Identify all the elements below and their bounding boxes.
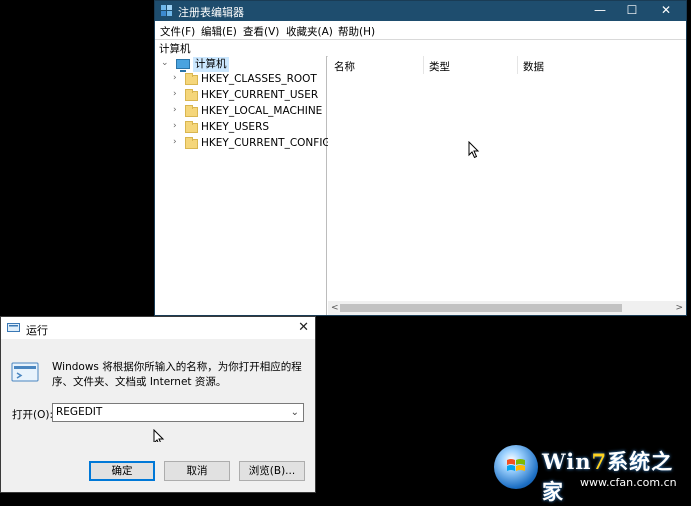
tree-item-hkey-classes-root[interactable]: › HKEY_CLASSES_ROOT [173, 72, 323, 88]
chevron-right-icon[interactable]: › [173, 105, 177, 115]
regedit-title-bar[interactable]: 注册表编辑器 — ☐ ✕ [155, 1, 686, 21]
menu-view[interactable]: 查看(V) [243, 24, 279, 39]
tree-item-label: HKEY_CURRENT_USER [201, 89, 319, 101]
minimize-button[interactable]: — [583, 1, 617, 21]
folder-icon [185, 137, 198, 149]
watermark-brand-seven: 7 [591, 449, 608, 474]
tree-item-label: 计算机 [193, 57, 229, 72]
run-app-icon [7, 323, 20, 332]
ok-button[interactable]: 确定 [89, 461, 155, 481]
folder-icon [185, 105, 198, 117]
column-header-data[interactable]: 数据 [523, 59, 544, 74]
windows-flag-icon [507, 459, 525, 471]
menu-help[interactable]: 帮助(H) [338, 24, 375, 39]
browse-button[interactable]: 浏览(B)... [239, 461, 305, 481]
tree-item-label: HKEY_USERS [201, 121, 270, 133]
tree-item-label: HKEY_LOCAL_MACHINE [201, 105, 323, 117]
menu-favorites[interactable]: 收藏夹(A) [286, 24, 333, 39]
run-dialog: 运行 ✕ Windows 将根据你所输入的名称，为你打开相应的程序、文件夹、文档… [0, 316, 316, 493]
values-list-pane[interactable]: 名称 类型 数据 < > [328, 56, 686, 315]
column-divider[interactable] [517, 56, 518, 74]
scrollbar-thumb[interactable] [340, 304, 622, 312]
column-header-type[interactable]: 类型 [429, 59, 450, 74]
menu-file[interactable]: 文件(F) [160, 24, 195, 39]
address-bar[interactable]: 计算机 [155, 39, 686, 57]
tree-item-hkey-current-config[interactable]: › HKEY_CURRENT_CONFIG [173, 136, 331, 152]
chevron-right-icon[interactable]: › [173, 121, 177, 131]
mouse-cursor-icon [468, 141, 480, 159]
run-title-bar[interactable]: 运行 ✕ [1, 317, 315, 339]
close-icon[interactable]: ✕ [298, 320, 309, 335]
menu-edit[interactable]: 编辑(E) [201, 24, 237, 39]
chevron-right-icon[interactable]: › [173, 137, 177, 147]
watermark: Win7系统之家 www.cfan.com.cn [494, 443, 686, 504]
chevron-right-icon[interactable]: › [173, 89, 177, 99]
regedit-app-icon [161, 5, 172, 16]
tree-item-hkey-users[interactable]: › HKEY_USERS [173, 120, 323, 136]
regedit-title: 注册表编辑器 [178, 6, 244, 19]
run-title: 运行 [26, 324, 48, 337]
tree-item-hkey-local-machine[interactable]: › HKEY_LOCAL_MACHINE [173, 104, 323, 120]
tree-item-label: HKEY_CLASSES_ROOT [201, 73, 317, 85]
open-label: 打开(O): [12, 409, 53, 421]
scroll-right-icon[interactable]: > [675, 301, 683, 315]
run-program-icon [11, 362, 39, 382]
registry-editor-window: 注册表编辑器 — ☐ ✕ 文件(F) 编辑(E) 查看(V) 收藏夹(A) 帮助… [154, 0, 687, 316]
horizontal-scrollbar[interactable]: < > [328, 301, 686, 315]
chevron-down-icon[interactable]: ⌄ [291, 404, 299, 421]
folder-icon [185, 121, 198, 133]
maximize-button[interactable]: ☐ [615, 1, 649, 21]
column-divider[interactable] [423, 56, 424, 74]
run-description: Windows 将根据你所输入的名称，为你打开相应的程序、文件夹、文档或 Int… [52, 361, 302, 388]
address-path: 计算机 [159, 43, 191, 55]
scroll-left-icon[interactable]: < [331, 301, 339, 315]
tree-item-hkey-current-user[interactable]: › HKEY_CURRENT_USER [173, 88, 323, 104]
open-combobox[interactable]: REGEDIT ⌄ [52, 403, 304, 422]
computer-icon [176, 59, 190, 72]
watermark-url: www.cfan.com.cn [580, 476, 677, 489]
regedit-menu-bar: 文件(F) 编辑(E) 查看(V) 收藏夹(A) 帮助(H) [155, 21, 686, 39]
column-header-name[interactable]: 名称 [334, 59, 355, 74]
close-button[interactable]: ✕ [649, 1, 683, 21]
tree-item-computer[interactable]: ⌄ 计算机 [159, 57, 319, 73]
key-tree-pane: ⌄ 计算机 › HKEY_CLASSES_ROOT › HKEY_CURRENT… [155, 56, 331, 315]
open-input-value[interactable]: REGEDIT [56, 406, 102, 418]
cancel-button[interactable]: 取消 [164, 461, 230, 481]
folder-icon [185, 89, 198, 101]
chevron-right-icon[interactable]: › [173, 73, 177, 83]
watermark-brand-prefix: Win [542, 449, 592, 474]
tree-item-label: HKEY_CURRENT_CONFIG [201, 137, 331, 149]
folder-icon [185, 73, 198, 85]
list-header: 名称 类型 数据 [328, 56, 686, 74]
chevron-down-icon[interactable]: ⌄ [161, 58, 169, 68]
